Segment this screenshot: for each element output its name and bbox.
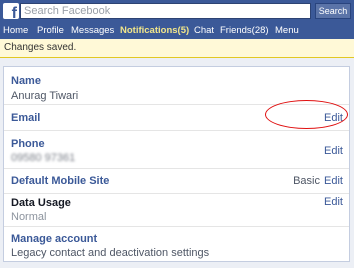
- setting-value-default-mobile-site: Basic: [293, 175, 320, 187]
- red-highlight-circle: [265, 100, 348, 129]
- setting-title-default-mobile-site: Default Mobile Site: [11, 175, 110, 187]
- settings-panel: Name Anurag Tiwari Email Edit Phone 0958…: [3, 66, 350, 262]
- setting-value-name: Anurag Tiwari: [11, 90, 79, 102]
- nav-bar: Home Profile Messages Notifications(5) C…: [0, 22, 354, 39]
- setting-title-email: Email: [11, 112, 41, 124]
- setting-value-data-usage: Normal: [11, 211, 47, 223]
- setting-row-manage-account[interactable]: Manage account Legacy contact and deacti…: [4, 227, 349, 262]
- facebook-logo[interactable]: f: [3, 3, 19, 19]
- phone-edit-link[interactable]: Edit: [324, 145, 343, 158]
- setting-value-phone: 09580 97361: [11, 152, 76, 164]
- notice-text: Changes saved.: [4, 42, 77, 53]
- setting-title-manage-account: Manage account: [11, 233, 98, 245]
- setting-title-name: Name: [11, 75, 41, 87]
- setting-row-phone[interactable]: Phone 09580 97361 Edit: [4, 131, 349, 169]
- nav-home[interactable]: Home: [3, 24, 28, 37]
- setting-row-default-mobile-site[interactable]: Default Mobile Site Basic Edit: [4, 169, 349, 194]
- nav-notifications[interactable]: Notifications(5): [120, 24, 189, 37]
- nav-menu[interactable]: Menu: [275, 24, 299, 37]
- setting-title-phone: Phone: [11, 138, 45, 150]
- setting-row-data-usage[interactable]: Data Usage Normal Edit: [4, 194, 349, 227]
- setting-title-data-usage: Data Usage: [11, 197, 71, 209]
- setting-subtitle-manage-account: Legacy contact and deactivation settings: [11, 247, 210, 259]
- default-site-edit-link[interactable]: Edit: [324, 175, 343, 188]
- nav-chat[interactable]: Chat: [194, 24, 214, 37]
- nav-friends[interactable]: Friends(28): [220, 24, 269, 37]
- top-bar: f Search Home Profile Messages Notificat…: [0, 0, 354, 39]
- changes-saved-banner: Changes saved.: [0, 39, 354, 58]
- search-button[interactable]: Search: [315, 3, 351, 19]
- nav-messages[interactable]: Messages: [71, 24, 114, 37]
- nav-profile[interactable]: Profile: [37, 24, 64, 37]
- data-usage-edit-link[interactable]: Edit: [324, 196, 343, 209]
- search-input[interactable]: [20, 3, 311, 19]
